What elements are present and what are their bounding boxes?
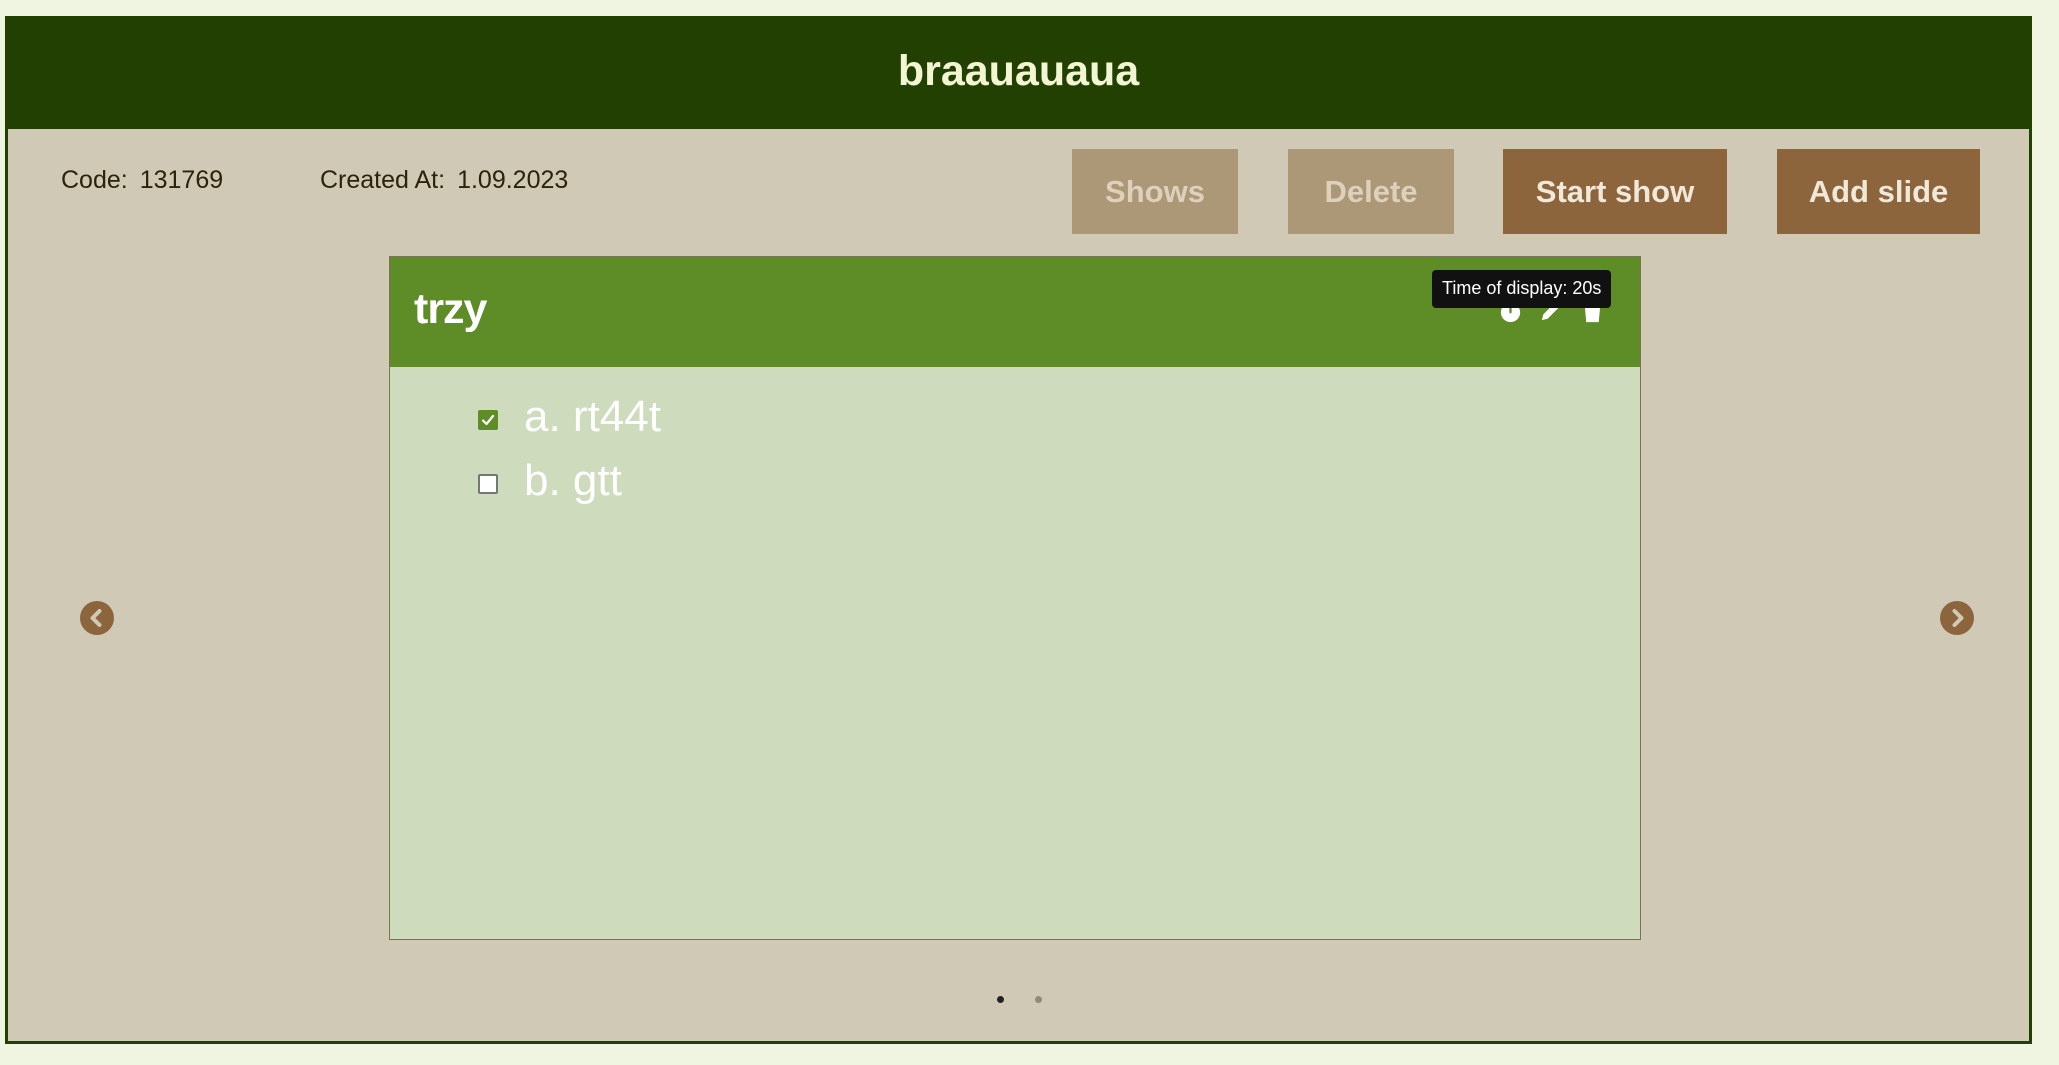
- created-at-value: 1.09.2023: [457, 166, 569, 194]
- carousel-dot-1[interactable]: [997, 996, 1004, 1003]
- add-slide-button[interactable]: Add slide: [1777, 149, 1980, 234]
- code-value: 131769: [139, 166, 224, 194]
- created-at-info: Created At: 1.09.2023: [320, 166, 568, 195]
- answer-option-b[interactable]: b. gtt: [478, 449, 661, 513]
- answer-option-a[interactable]: a. rt44t: [478, 385, 661, 449]
- answer-option-label: a. rt44t: [524, 392, 661, 441]
- carousel-dot-2[interactable]: [1035, 996, 1042, 1003]
- start-show-button[interactable]: Start show: [1503, 149, 1727, 234]
- title-bar: braauauaua: [8, 19, 2029, 129]
- delete-button[interactable]: Delete: [1288, 149, 1454, 234]
- display-time-tooltip: Time of display: 20s: [1432, 270, 1612, 308]
- answer-options: a. rt44t b. gtt: [478, 385, 661, 513]
- answer-option-label: b. gtt: [524, 456, 622, 505]
- slide-card: trzy a. rt44t b. gtt: [389, 256, 1641, 940]
- checkbox-checked[interactable]: [478, 410, 498, 430]
- checkbox-unchecked[interactable]: [478, 474, 498, 494]
- code-info: Code: 131769: [61, 166, 223, 195]
- next-slide-arrow-icon[interactable]: [1940, 601, 1974, 635]
- created-at-label: Created At:: [320, 166, 446, 194]
- shows-button[interactable]: Shows: [1072, 149, 1238, 234]
- previous-slide-arrow-icon[interactable]: [80, 601, 114, 635]
- presentation-title: braauauaua: [897, 46, 1140, 95]
- slide-title: trzy: [414, 285, 487, 333]
- code-label: Code:: [61, 166, 128, 194]
